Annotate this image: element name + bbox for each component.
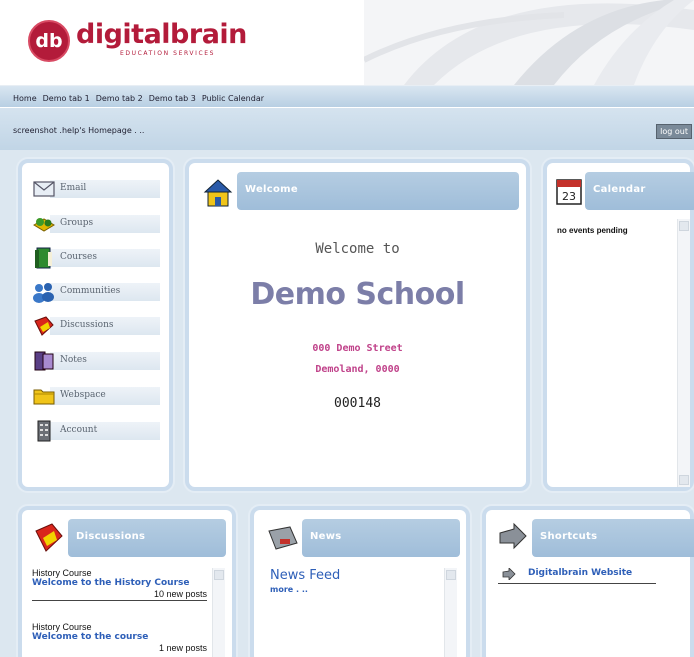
db-logo-mark: db [28, 20, 70, 62]
menu-label-account: Account [60, 425, 98, 435]
calendar-panel: Calendar 23 no events pending [543, 159, 694, 491]
groups-icon [33, 218, 55, 232]
discussion-topic-link[interactable]: Welcome to the History Course [32, 578, 207, 589]
menu-item-notes[interactable]: Notes [32, 350, 162, 372]
newspaper-icon [268, 526, 298, 550]
nav-demo-tab-3[interactable]: Demo tab 3 [146, 89, 199, 109]
shortcut-link[interactable]: Digitalbrain Website [528, 568, 632, 578]
breadcrumb[interactable]: screenshot .help's Homepage . .. [13, 126, 144, 135]
logo-name: digitalbrain [76, 19, 247, 50]
news-panel-title: News [310, 531, 342, 542]
news-feed-link[interactable]: News Feed [270, 568, 340, 583]
calendar-icon: 23 [556, 179, 582, 205]
menu-label-email: Email [60, 183, 87, 193]
menu-label-notes: Notes [60, 355, 87, 365]
menu-label-webspace: Webspace [60, 390, 106, 400]
nav-public-calendar[interactable]: Public Calendar [199, 89, 267, 109]
discussions-scrollbar[interactable] [212, 568, 225, 657]
shortcuts-panel: Shortcuts Digitalbrain Website [482, 506, 694, 657]
scroll-up-arrow[interactable] [679, 221, 689, 231]
header-swoosh-decoration [364, 0, 694, 85]
menu-item-groups[interactable]: Groups [32, 213, 162, 235]
envelope-icon [33, 181, 55, 197]
news-panel: News News Feed more . .. [250, 506, 470, 657]
discussions-panel-title-bar: Discussions [68, 519, 226, 557]
discussion-topic-link[interactable]: Welcome to the course [32, 632, 207, 643]
scroll-up-arrow[interactable] [214, 570, 224, 580]
menu-item-email[interactable]: Email [32, 178, 162, 200]
menu-label-communities: Communities [60, 286, 121, 296]
news-scrollbar[interactable] [444, 568, 457, 657]
logout-button[interactable]: log out [656, 124, 692, 139]
school-name: Demo School [250, 277, 465, 312]
welcome-to-text: Welcome to [315, 241, 400, 257]
welcome-panel: Welcome Welcome to Demo School 000 Demo … [185, 159, 530, 491]
discussions-icon [35, 523, 63, 552]
welcome-panel-title-bar: Welcome [237, 172, 519, 210]
discussion-post-count: 1 new posts [158, 643, 207, 653]
house-icon [203, 179, 233, 207]
shortcuts-panel-title-bar: Shortcuts [532, 519, 694, 557]
divider [498, 583, 656, 584]
discussion-post-count: 10 new posts [153, 589, 207, 599]
news-panel-title-bar: News [302, 519, 460, 557]
folder-icon [33, 389, 55, 405]
menu-panel: Email Groups Courses Communities Discuss… [18, 159, 173, 491]
scroll-down-arrow[interactable] [679, 475, 689, 485]
digitalbrain-logo[interactable]: db digitalbrain EDUCATION SERVICES [28, 20, 247, 62]
welcome-panel-title: Welcome [245, 184, 298, 195]
discussions-panel: Discussions History Course Welcome to th… [18, 506, 236, 657]
school-address-line-1: 000 Demo Street [312, 343, 403, 354]
discussion-item: History Course Welcome to the History Co… [32, 568, 207, 601]
menu-label-groups: Groups [60, 218, 94, 228]
header: db digitalbrain EDUCATION SERVICES [0, 0, 694, 85]
menu-item-discussions[interactable]: Discussions [32, 315, 162, 337]
calendar-panel-title: Calendar [593, 184, 646, 195]
people-icon [33, 283, 54, 303]
school-code: 000148 [334, 396, 381, 411]
menu-item-courses[interactable]: Courses [32, 247, 162, 269]
calendar-panel-title-bar: Calendar [585, 172, 694, 210]
nav-demo-tab-1[interactable]: Demo tab 1 [40, 89, 93, 109]
divider [32, 600, 207, 601]
shortcut-arrow-icon [502, 568, 516, 580]
news-more-link[interactable]: more . .. [270, 585, 308, 594]
book-icon [35, 247, 52, 269]
menu-item-webspace[interactable]: Webspace [32, 385, 162, 407]
content-area: Email Groups Courses Communities Discuss… [0, 150, 694, 657]
menu-label-courses: Courses [60, 252, 97, 262]
building-icon [37, 420, 51, 442]
svg-text:23: 23 [562, 190, 576, 203]
discussions-panel-title: Discussions [76, 531, 146, 542]
menu-item-communities[interactable]: Communities [32, 281, 162, 303]
shortcut-arrow-icon [499, 522, 527, 550]
logo-tagline: EDUCATION SERVICES [120, 50, 216, 57]
calendar-scrollbar[interactable] [677, 219, 690, 487]
menu-label-discussions: Discussions [60, 320, 114, 330]
discussion-item: History Course Welcome to the course 1 n… [32, 622, 207, 653]
nav-home[interactable]: Home [0, 89, 40, 109]
calendar-status: no events pending [557, 226, 628, 235]
scroll-up-arrow[interactable] [446, 570, 456, 580]
shortcuts-panel-title: Shortcuts [540, 531, 598, 542]
discussions-icon [34, 316, 54, 336]
main-nav: Home Demo tab 1 Demo tab 2 Demo tab 3 Public… [0, 85, 694, 107]
notes-icon [34, 351, 54, 371]
school-address-line-2: Demoland, 0000 [315, 364, 400, 375]
sub-header-bar: screenshot .help's Homepage . .. log out [0, 108, 694, 150]
menu-item-account[interactable]: Account [32, 420, 162, 442]
discussion-course: History Course [32, 568, 92, 578]
nav-demo-tab-2[interactable]: Demo tab 2 [93, 89, 146, 109]
discussion-course: History Course [32, 622, 92, 632]
